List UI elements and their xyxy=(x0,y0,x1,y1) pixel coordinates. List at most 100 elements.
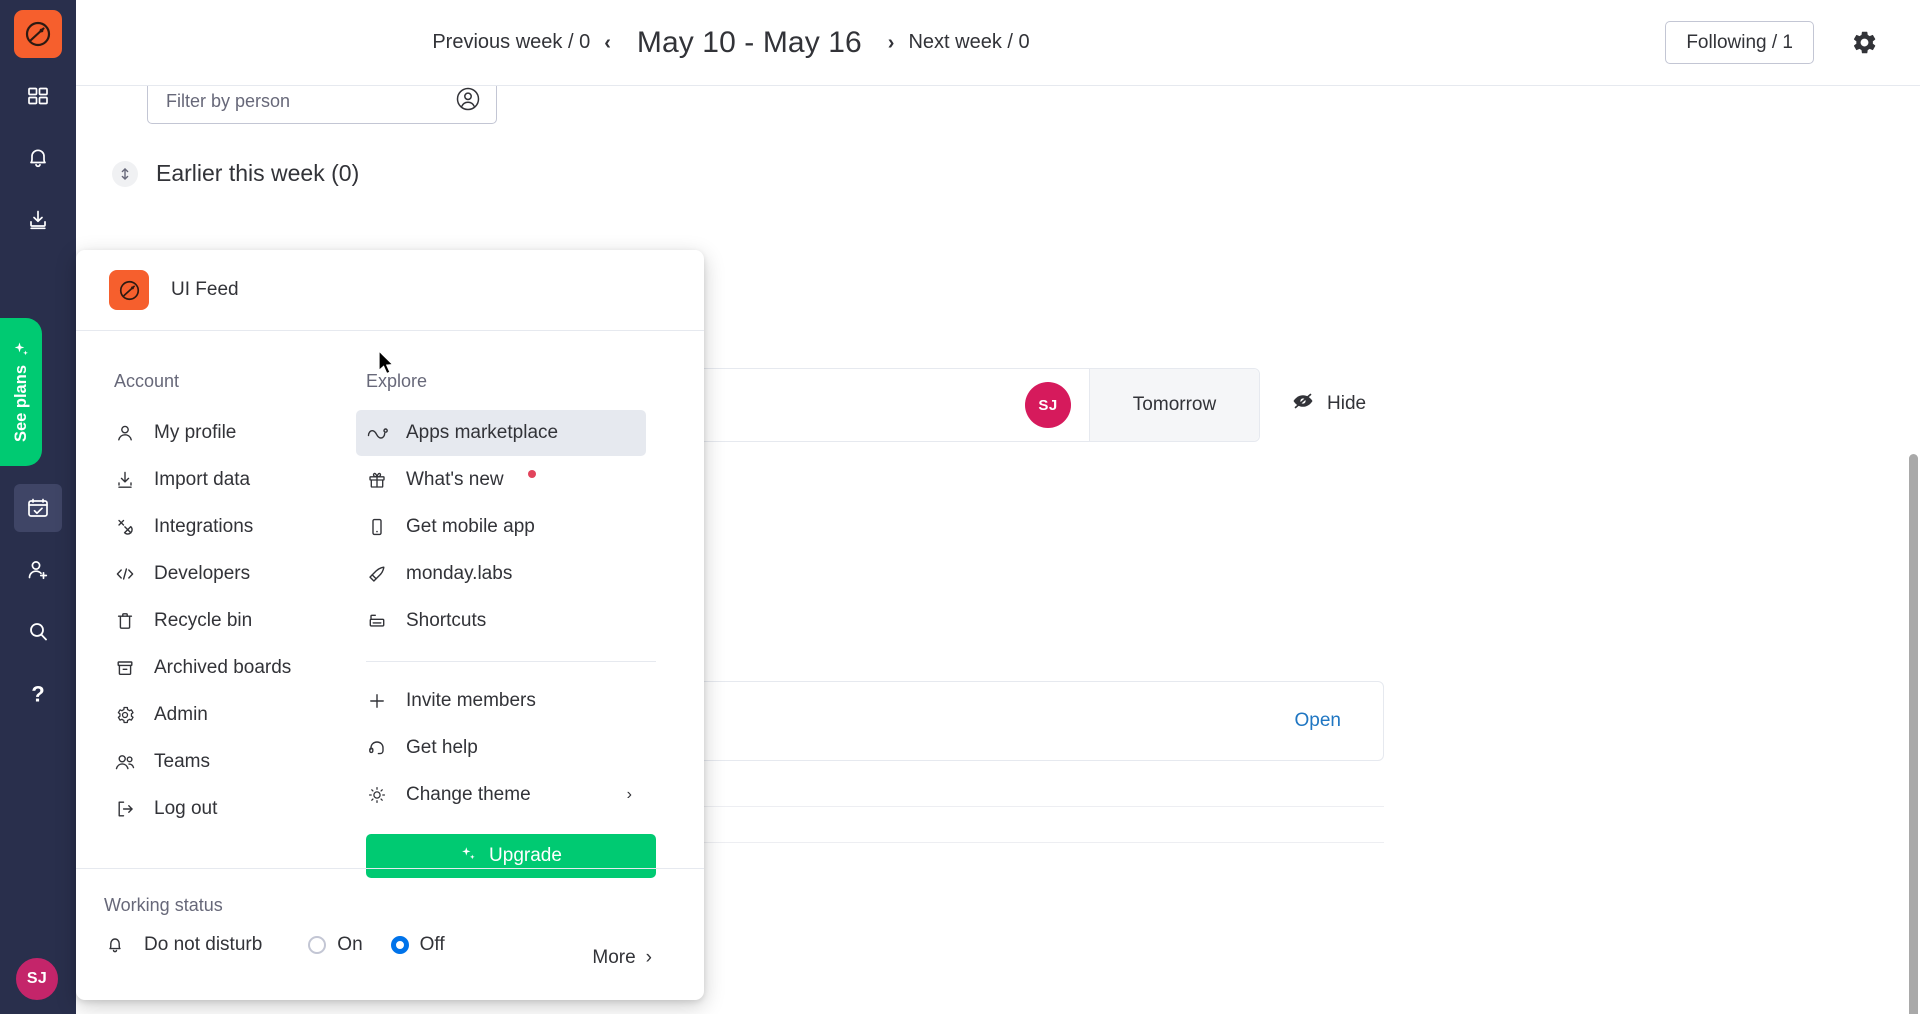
menu-item-import-data[interactable]: Import data xyxy=(104,457,356,503)
monday-logo-icon[interactable] xyxy=(14,10,62,58)
avatar[interactable]: SJ xyxy=(1025,382,1071,428)
menu-item-label: Change theme xyxy=(406,784,531,805)
chevron-right-icon: › xyxy=(887,31,895,54)
radio-on[interactable]: On xyxy=(308,934,363,956)
import-download-icon xyxy=(114,469,136,491)
menu-item-label: Archived boards xyxy=(154,657,292,678)
menu-item-label: Teams xyxy=(154,751,210,772)
chevron-left-icon: ‹ xyxy=(604,31,611,54)
workspace-row[interactable]: UI Feed xyxy=(76,250,704,331)
hide-button[interactable]: Hide xyxy=(1291,389,1366,419)
previous-week-button[interactable]: Previous week / 0 ‹ xyxy=(432,31,611,54)
radio-off-label: Off xyxy=(419,934,445,955)
open-link[interactable]: Open xyxy=(1295,710,1341,732)
menu-columns: Account My profile Import data Integrati… xyxy=(76,331,704,878)
menu-item-get-help[interactable]: Get help xyxy=(356,725,646,771)
working-status-title: Working status xyxy=(104,895,223,915)
following-filter-label: Following / 1 xyxy=(1686,31,1793,53)
vertical-scrollbar[interactable] xyxy=(1906,172,1920,1014)
mobile-phone-icon xyxy=(366,516,388,538)
bell-notifications-icon[interactable] xyxy=(14,134,62,182)
next-week-button[interactable]: › Next week / 0 xyxy=(888,31,1030,54)
working-status-section: Working status Do not disturb On Off Mor… xyxy=(76,868,704,1000)
menu-item-get-mobile-app[interactable]: Get mobile app xyxy=(356,504,646,550)
divider xyxy=(366,661,656,662)
people-group-icon xyxy=(114,751,136,773)
following-filter-button[interactable]: Following / 1 xyxy=(1665,21,1814,64)
radio-on-indicator xyxy=(308,936,327,954)
menu-item-recycle-bin[interactable]: Recycle bin xyxy=(104,598,356,644)
plus-icon xyxy=(366,690,388,712)
new-badge-dot xyxy=(527,470,536,478)
radio-on-label: On xyxy=(337,934,363,955)
account-column-title: Account xyxy=(114,371,180,391)
scrollbar-thumb[interactable] xyxy=(1909,454,1918,1014)
menu-item-label: Log out xyxy=(154,798,218,819)
menu-item-whats-new[interactable]: What's new xyxy=(356,457,646,503)
more-label: More xyxy=(592,947,636,968)
hide-label: Hide xyxy=(1327,393,1367,414)
section-title: Earlier this week (0) xyxy=(156,160,359,187)
expand-collapse-icon[interactable] xyxy=(112,160,138,187)
workspace-name: UI Feed xyxy=(171,279,239,300)
week-navigation: Previous week / 0 ‹ May 10 - May 16 › Ne… xyxy=(76,0,1386,85)
upgrade-label: Upgrade xyxy=(489,845,562,866)
menu-item-label: Get help xyxy=(406,737,478,758)
chevron-right-icon: › xyxy=(626,786,632,803)
previous-week-label: Previous week / 0 xyxy=(432,31,591,53)
menu-item-my-profile[interactable]: My profile xyxy=(104,410,356,456)
top-header: Previous week / 0 ‹ May 10 - May 16 › Ne… xyxy=(76,0,1920,86)
menu-item-integrations[interactable]: Integrations xyxy=(104,504,356,550)
search-icon[interactable] xyxy=(14,608,62,656)
invite-person-icon[interactable] xyxy=(14,546,62,594)
radio-off[interactable]: Off xyxy=(390,934,445,956)
radio-off-indicator xyxy=(390,936,409,954)
dashboard-grid-icon[interactable] xyxy=(14,72,62,120)
theme-sun-icon xyxy=(366,784,388,806)
avatar-initials: SJ xyxy=(26,970,48,987)
gear-icon[interactable] xyxy=(1844,22,1884,62)
menu-item-label: What's new xyxy=(406,469,504,490)
menu-item-change-theme[interactable]: Change theme › xyxy=(356,772,646,818)
menu-item-label: Import data xyxy=(154,469,251,490)
explore-column-title: Explore xyxy=(366,371,428,391)
bell-icon xyxy=(104,935,126,955)
more-button[interactable]: More › xyxy=(592,947,652,969)
menu-item-shortcuts[interactable]: Shortcuts xyxy=(356,598,646,644)
menu-item-developers[interactable]: Developers xyxy=(104,551,356,597)
apps-marketplace-icon xyxy=(366,422,388,444)
left-rail: See plans ? SJ xyxy=(0,0,76,1014)
account-column: Account My profile Import data Integrati… xyxy=(76,371,356,868)
person-circle-icon[interactable] xyxy=(454,86,482,118)
explore-column: Explore Apps marketplace What's new Get … xyxy=(356,371,704,878)
integrations-plug-icon xyxy=(114,516,136,538)
archive-box-icon xyxy=(114,657,136,679)
menu-item-label: Invite members xyxy=(406,690,536,711)
section-title-text: Earlier this week xyxy=(156,160,325,186)
menu-item-admin[interactable]: Admin xyxy=(104,692,356,738)
trash-icon xyxy=(114,610,136,632)
see-plans-label: See plans xyxy=(11,365,30,443)
due-date-cell[interactable]: Tomorrow xyxy=(1089,369,1259,441)
help-question-icon[interactable]: ? xyxy=(14,670,62,718)
menu-item-log-out[interactable]: Log out xyxy=(104,786,356,832)
menu-item-apps-marketplace[interactable]: Apps marketplace xyxy=(356,410,646,456)
sparkle-icon xyxy=(460,845,477,868)
next-week-label: Next week / 0 xyxy=(908,31,1030,53)
see-plans-button[interactable]: See plans xyxy=(0,318,42,466)
menu-item-invite-members[interactable]: Invite members xyxy=(356,678,646,724)
menu-item-label: monday.labs xyxy=(406,563,513,584)
menu-item-teams[interactable]: Teams xyxy=(104,739,356,785)
my-work-calendar-icon[interactable] xyxy=(14,484,62,532)
menu-item-archived-boards[interactable]: Archived boards xyxy=(104,645,356,691)
avatar[interactable]: SJ xyxy=(14,956,60,1002)
headset-help-icon xyxy=(366,737,388,759)
inbox-download-icon[interactable] xyxy=(14,196,62,244)
menu-item-label: Admin xyxy=(154,704,208,725)
menu-item-monday-labs[interactable]: monday.labs xyxy=(356,551,646,597)
code-brackets-icon xyxy=(114,563,136,585)
menu-item-label: Apps marketplace xyxy=(406,422,559,443)
page-title: May 10 - May 16 xyxy=(636,25,862,59)
filter-by-person-input[interactable]: Filter by person xyxy=(147,86,497,124)
keyboard-shortcuts-icon xyxy=(366,610,388,632)
